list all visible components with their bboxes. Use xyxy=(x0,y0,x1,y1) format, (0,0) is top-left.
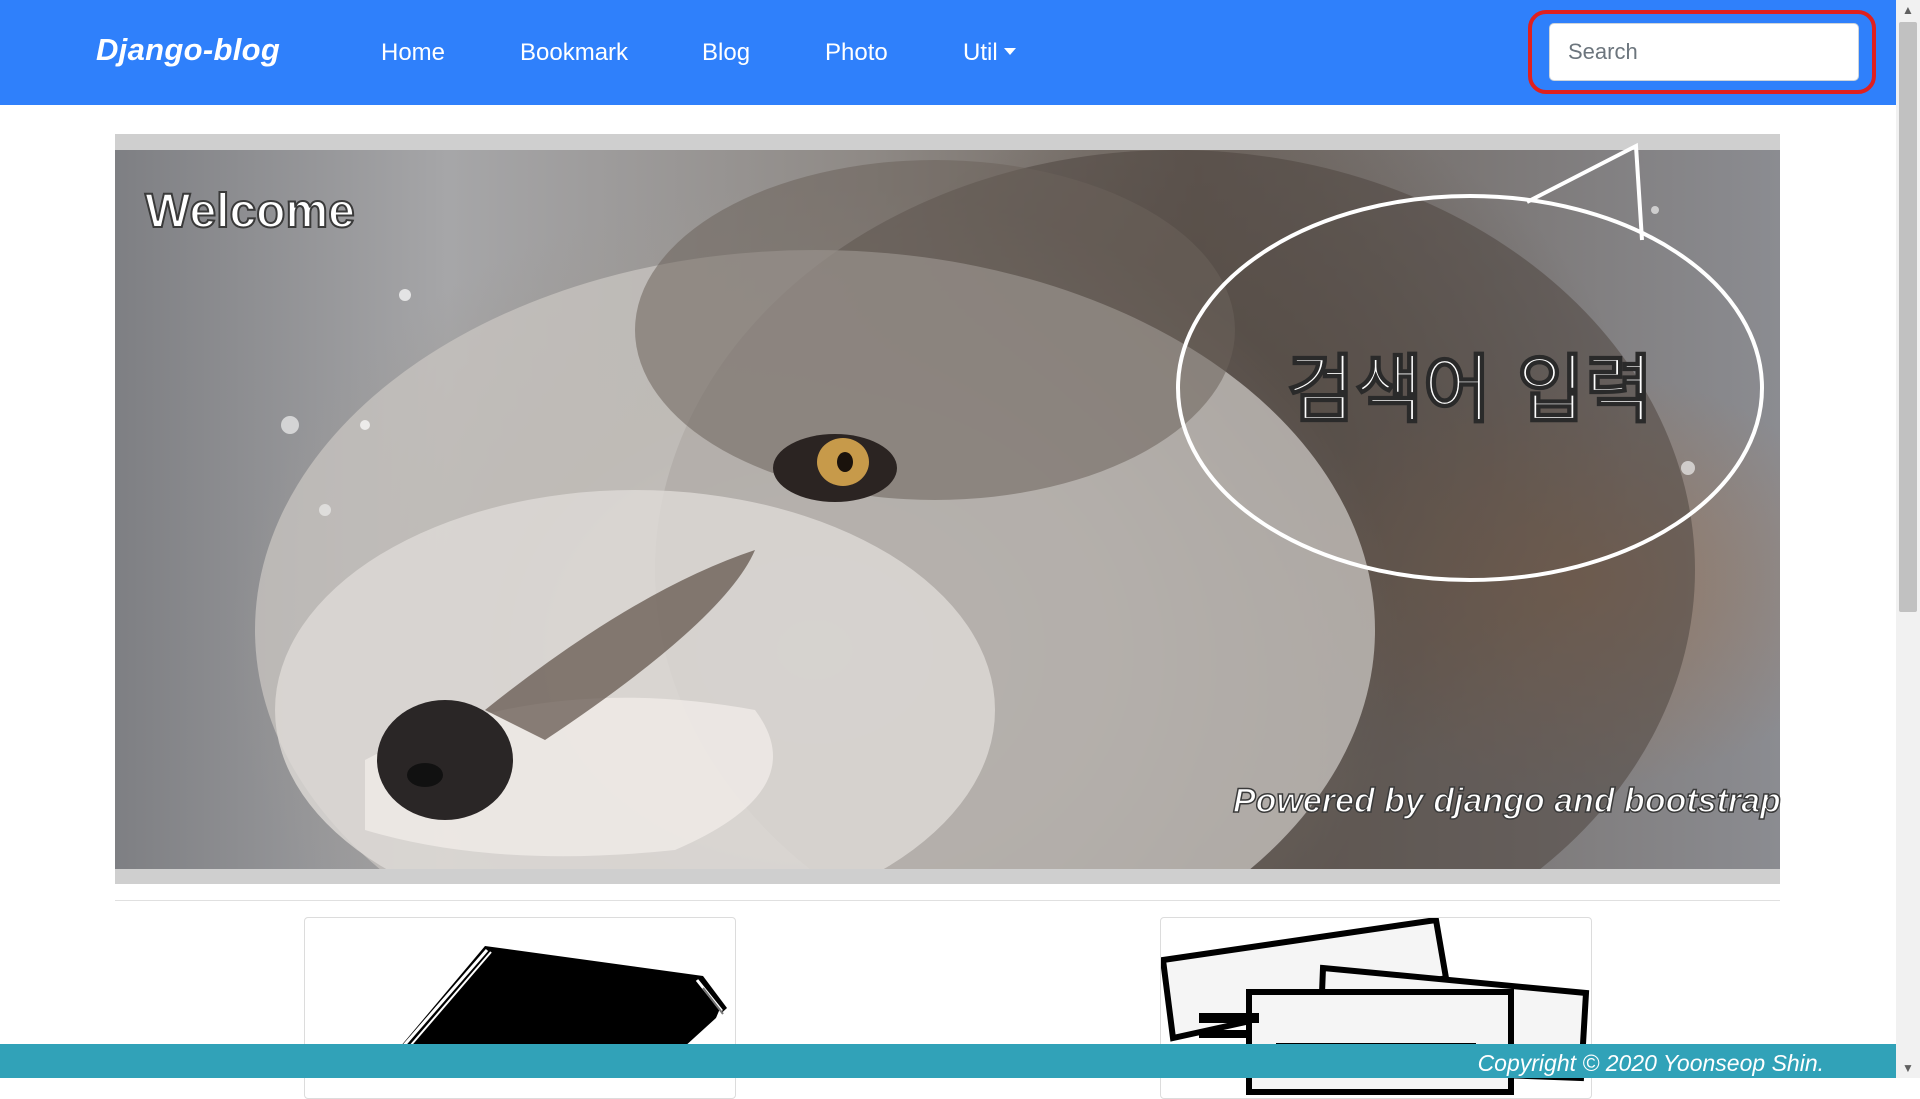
search-input[interactable] xyxy=(1549,23,1859,81)
nav-util-dropdown[interactable]: Util xyxy=(963,39,1016,67)
horizontal-divider xyxy=(115,900,1780,901)
nav-photo[interactable]: Photo xyxy=(825,39,888,67)
scroll-up-arrow-icon[interactable]: ▲ xyxy=(1896,0,1920,20)
scroll-down-arrow-icon[interactable]: ▼ xyxy=(1896,1058,1920,1078)
page-footer: Copyright © 2020 Yoonseop Shin. xyxy=(0,1044,1896,1078)
scrollbar-thumb[interactable] xyxy=(1899,22,1917,612)
nav-bookmark[interactable]: Bookmark xyxy=(520,39,628,67)
page-scrollbar[interactable]: ▲ ▼ xyxy=(1896,0,1920,1078)
nav-home[interactable]: Home xyxy=(381,39,445,67)
nav-util-label: Util xyxy=(963,39,998,66)
speech-bubble-text: 검색어 입력 xyxy=(1286,346,1654,434)
welcome-heading: Welcome xyxy=(144,184,356,239)
nav-blog[interactable]: Blog xyxy=(702,39,750,67)
powered-by-caption: Powered by django and bootstrap xyxy=(1232,781,1781,821)
copyright-text: Copyright © 2020 Yoonseop Shin. xyxy=(1477,1050,1824,1076)
brand-link[interactable]: Django-blog xyxy=(96,32,280,68)
caret-down-icon xyxy=(1003,48,1016,55)
